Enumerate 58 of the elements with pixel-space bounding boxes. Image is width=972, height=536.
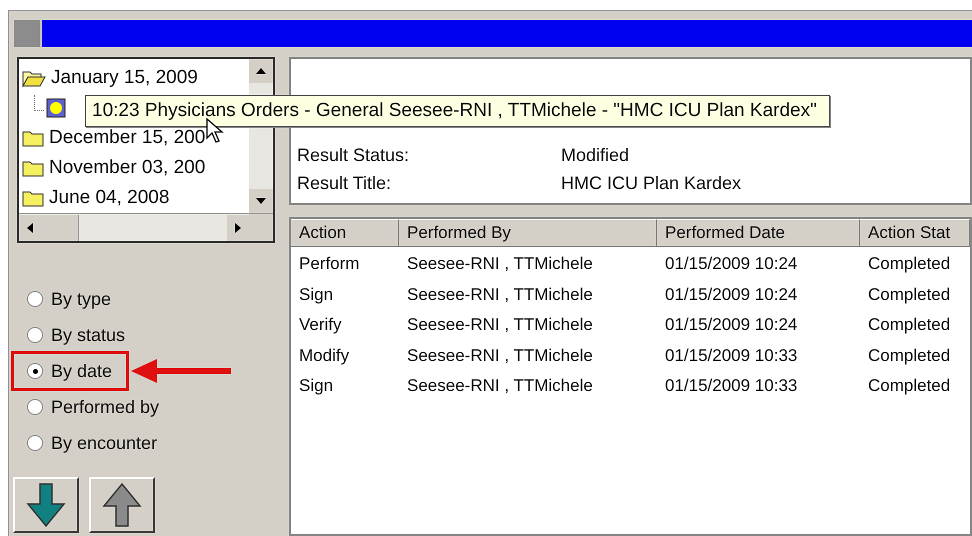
table-cell-text: Sign [298,375,334,397]
radio-button[interactable] [27,291,43,307]
scroll-right-button[interactable] [227,214,249,240]
column-header[interactable]: Performed Date [657,219,860,247]
table-cell-text: Seesee-RNI , TTMichele [406,284,594,306]
table-cell-text: 01/15/2009 10:24 [664,314,798,336]
scroll-down-button[interactable] [249,189,273,213]
field-label: Result Title: [297,172,392,195]
radio-label: By status [51,324,126,347]
radio-button[interactable] [27,363,43,379]
table-cell-text: Sign [298,284,334,306]
move-down-button[interactable] [13,477,79,533]
scroll-corner [249,214,273,241]
table-cell-text: Seesee-RNI , TTMichele [406,375,594,397]
radio-label: By date [51,360,112,383]
radio-label: By encounter [51,432,158,455]
table-cell-text: Completed [867,314,952,336]
column-header[interactable]: Performed By [399,219,657,247]
horizontal-scrollbar[interactable] [19,214,249,241]
column-header[interactable]: Action [291,219,399,247]
table-cell-text: Seesee-RNI , TTMichele [406,314,594,336]
scroll-thumb[interactable] [41,214,79,240]
table-cell-text: 01/15/2009 10:33 [664,344,798,366]
left-arrow-icon [27,222,33,232]
up-arrow-icon [256,68,266,74]
table-cell-text: 01/15/2009 10:24 [664,253,798,275]
right-arrow-icon [235,222,241,232]
table-cell-text: Completed [867,253,952,275]
up-arrow-icon [102,482,142,528]
radio-button[interactable] [27,435,43,451]
tooltip: 10:23 Physicians Orders - General Seesee-RNI , TTMichele - "HMC ICU Plan Kardex" [85,95,830,127]
table-cell-text: Seesee-RNI , TTMichele [406,253,594,275]
table-cell-text: 01/15/2009 10:33 [664,375,798,397]
table-cell-text: Completed [867,375,952,397]
table-cell-text: Modify [298,344,350,366]
table-cell-text: Verify [298,314,343,336]
table-cell-text: Completed [867,344,952,366]
tree-item[interactable]: January 15, 2009 [51,64,198,92]
scroll-left-button[interactable] [19,214,41,240]
table-cell-text: Completed [867,284,952,306]
radio-button[interactable] [27,327,43,343]
table-cell-text: 01/15/2009 10:24 [664,284,798,306]
down-arrow-icon [26,482,66,528]
tree-item[interactable]: June 04, 2008 [49,184,170,212]
tree-item[interactable]: November 03, 200 [49,154,206,182]
radio-label: Performed by [51,396,160,419]
field-value: Modified [561,144,630,167]
field-value: HMC ICU Plan Kardex [561,172,742,195]
radio-label: By type [51,288,112,311]
table-cell-text: Seesee-RNI , TTMichele [406,344,594,366]
scroll-up-button[interactable] [249,59,273,83]
table-cell-text: Perform [298,253,360,275]
cursor-icon [206,118,224,144]
column-header[interactable]: Action Stat [860,219,970,247]
radio-button[interactable] [27,399,43,415]
arrow-icon [131,357,231,385]
down-arrow-icon [256,198,266,204]
field-label: Result Status: [297,144,410,167]
